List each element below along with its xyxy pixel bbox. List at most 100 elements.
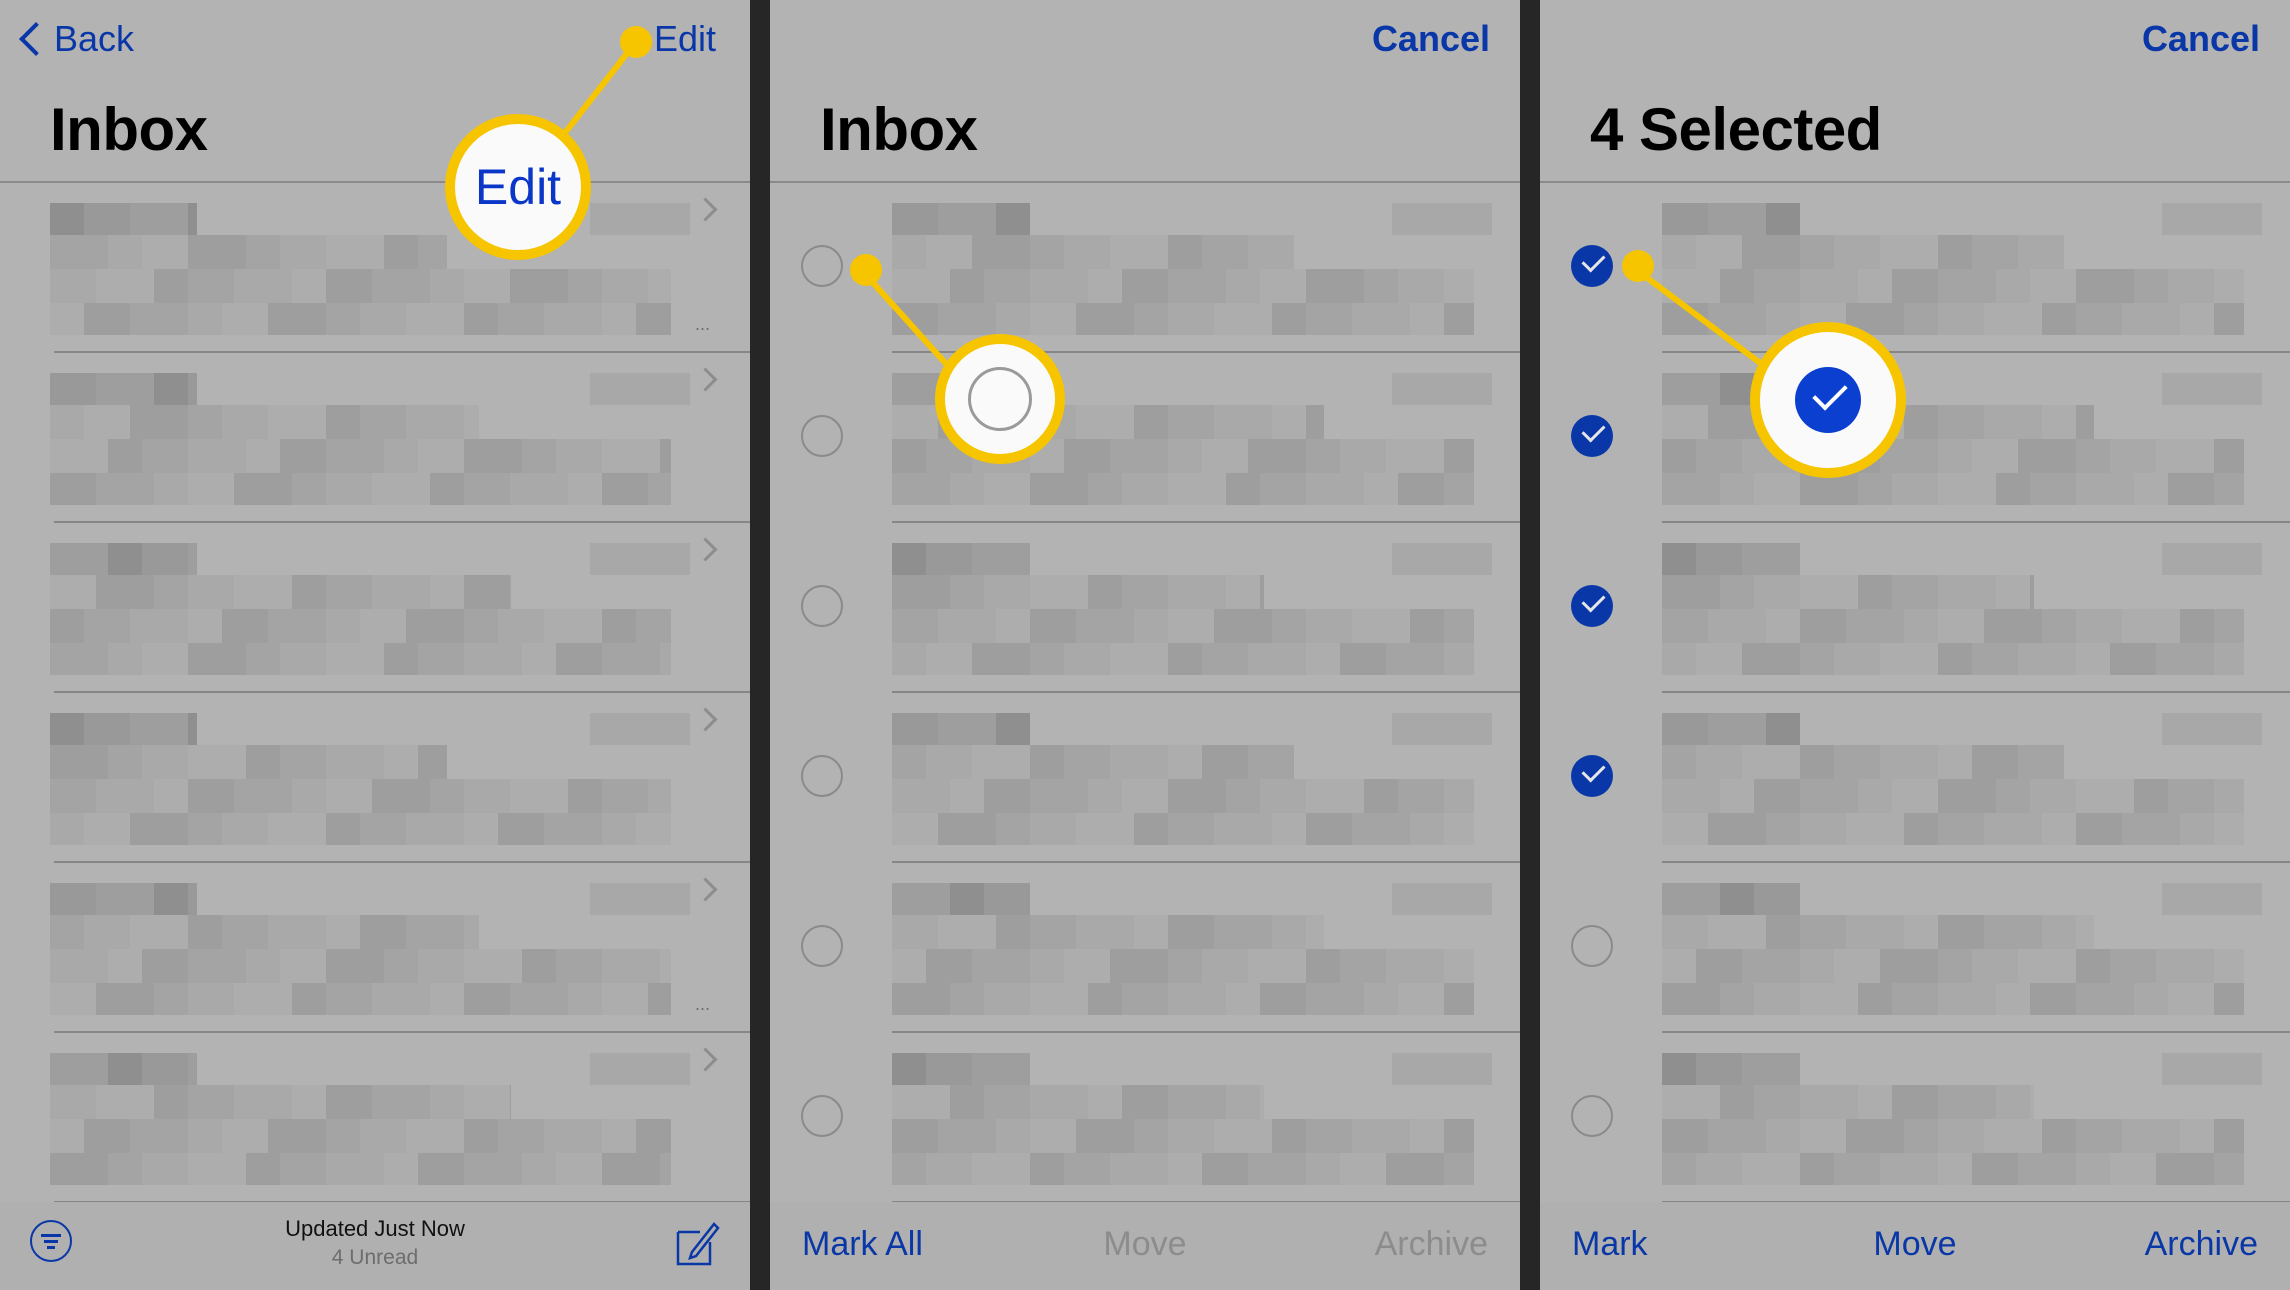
selected-checkbox[interactable] [1571, 245, 1613, 287]
redacted-content-block [326, 1119, 360, 1153]
redacted-content-block [938, 713, 996, 745]
redacted-content-block [2076, 609, 2122, 643]
redacted-content-block [984, 779, 1030, 813]
redacted-content-block [1064, 1153, 1110, 1185]
redacted-content-block [2214, 1153, 2244, 1185]
selected-checkbox[interactable] [1571, 415, 1613, 457]
redacted-content-block [1938, 949, 1972, 983]
redacted-content-block [50, 405, 84, 439]
redacted-content-block [108, 235, 142, 269]
redacted-content-block [1662, 609, 1708, 643]
redacted-content-block [1226, 575, 1260, 609]
email-list-item[interactable] [770, 863, 1520, 1033]
redacted-content-block [406, 1119, 464, 1153]
redacted-content-block [972, 949, 1030, 983]
redacted-content-block [602, 473, 648, 505]
cancel-button[interactable]: Cancel [2142, 14, 2260, 64]
redacted-content-block [2030, 269, 2076, 303]
redacted-content-block [142, 745, 188, 779]
redacted-content-block [384, 235, 418, 269]
redacted-content-block [280, 949, 326, 983]
redacted-content-block [1892, 269, 1938, 303]
redacted-content-block [2042, 915, 2076, 949]
email-list-item[interactable] [770, 693, 1520, 863]
redacted-content-block [154, 269, 188, 303]
selected-checkbox[interactable] [1571, 755, 1613, 797]
redacted-content-block [2030, 473, 2076, 505]
email-list-item[interactable] [770, 1033, 1520, 1203]
redacted-content-block [1030, 303, 1076, 335]
chevron-right-icon [693, 1047, 718, 1072]
email-list-item[interactable] [770, 523, 1520, 693]
redacted-content-block [406, 813, 464, 845]
compose-button[interactable] [674, 1220, 720, 1266]
archive-button[interactable]: Archive [1375, 1222, 1488, 1266]
redacted-content-block [1260, 1085, 1264, 1119]
redacted-content-block [1708, 713, 1766, 745]
redacted-content-block [1306, 269, 1364, 303]
email-list-item[interactable] [1540, 353, 2290, 523]
cancel-button[interactable]: Cancel [1372, 14, 1490, 64]
redacted-content-block [188, 303, 222, 335]
redacted-content-block [984, 883, 1030, 915]
unselected-checkbox[interactable] [801, 245, 843, 287]
redacted-content-block [1892, 473, 1938, 505]
redacted-content-block [1168, 473, 1226, 505]
selected-checkbox[interactable] [1571, 585, 1613, 627]
redacted-content-block [522, 949, 556, 983]
email-list-item[interactable] [1540, 523, 2290, 693]
redacted-content-block [384, 439, 418, 473]
redacted-content-block [222, 1119, 268, 1153]
redacted-content-block [984, 575, 1030, 609]
redacted-content-block [372, 575, 430, 609]
unselected-checkbox[interactable] [1571, 925, 1613, 967]
email-list-item[interactable]: ... [0, 183, 750, 353]
redacted-content-block [950, 1085, 984, 1119]
email-list-item[interactable] [1540, 693, 2290, 863]
redacted-content-block [1662, 1153, 1696, 1185]
redacted-content-block [522, 439, 556, 473]
edit-button[interactable]: Edit [654, 14, 716, 64]
archive-button[interactable]: Archive [2145, 1222, 2258, 1266]
unselected-checkbox[interactable] [1571, 1095, 1613, 1137]
redacted-content-block [1064, 643, 1110, 675]
redacted-content-block [1134, 303, 1168, 335]
back-button[interactable]: Back [14, 14, 134, 64]
redacted-content-block [996, 915, 1030, 949]
email-list-item[interactable] [1540, 863, 2290, 1033]
callout-anchor-dot [850, 254, 882, 286]
email-list-item[interactable] [0, 353, 750, 523]
edit-callout-label: Edit [474, 159, 562, 215]
email-list-item[interactable] [0, 693, 750, 863]
email-list-item[interactable] [770, 353, 1520, 523]
unselected-checkbox[interactable] [801, 415, 843, 457]
redacted-content-block [1306, 1153, 1340, 1185]
redacted-content-block [2214, 813, 2244, 845]
redacted-date-block [1392, 883, 1492, 915]
email-list-item[interactable] [770, 183, 1520, 353]
redacted-content-block [188, 575, 234, 609]
redacted-content-block [1880, 643, 1938, 675]
unselected-checkbox[interactable] [801, 755, 843, 797]
redacted-content-block [1984, 303, 2042, 335]
redacted-content-block [1754, 269, 1800, 303]
email-list-item[interactable]: ... [0, 863, 750, 1033]
redacted-content-block [2030, 983, 2076, 1015]
redacted-content-block [1168, 1153, 1202, 1185]
unselected-checkbox[interactable] [801, 585, 843, 627]
redacted-content-block [1410, 1119, 1444, 1153]
redacted-content-block [2168, 983, 2214, 1015]
unselected-checkbox[interactable] [801, 925, 843, 967]
redacted-content-block [430, 473, 464, 505]
redacted-content-block [2214, 643, 2244, 675]
redacted-content-block [1742, 643, 1800, 675]
redacted-content-block [1742, 1153, 1800, 1185]
redacted-content-block [1662, 983, 1720, 1015]
redacted-content-block [1134, 813, 1168, 845]
email-list-item[interactable] [0, 1033, 750, 1203]
email-list-item[interactable] [1540, 1033, 2290, 1203]
redacted-content-block [2122, 1119, 2180, 1153]
email-list-item[interactable] [0, 523, 750, 693]
unselected-checkbox[interactable] [801, 1095, 843, 1137]
redacted-content-block [1398, 983, 1444, 1015]
